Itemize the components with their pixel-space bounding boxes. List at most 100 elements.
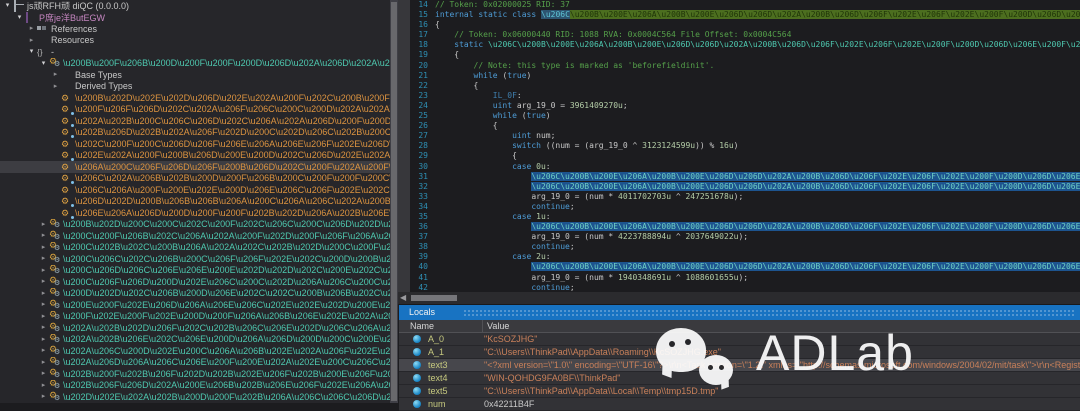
tree-item-class[interactable]: ▸⚙⚙\u200F\u202E\u200F\u202E\u200D\u200F\… <box>0 311 390 323</box>
expand-arrow-icon[interactable]: ▸ <box>38 334 49 345</box>
column-header-value[interactable]: Value <box>483 320 509 332</box>
code-line[interactable]: { <box>435 50 1080 60</box>
expand-arrow-icon[interactable]: ▸ <box>38 242 49 253</box>
tree-item-method[interactable]: ⚙\u206D\u202D\u200B\u206B\u206B\u206A\u2… <box>0 196 390 208</box>
assembly-explorer-tree[interactable]: ▾js顽RFH顽 diQC (0.0.0.0)▾P席je洋ButEGW▸Refe… <box>0 0 390 403</box>
tree-item-class[interactable]: ▸⚙⚙\u202A\u206C\u200D\u202E\u200C\u206A\… <box>0 345 390 357</box>
code-line[interactable]: \u206C\u200B\u200E\u206A\u200B\u200E\u20… <box>435 222 1080 232</box>
tree-item-class[interactable]: ▾⚙⚙\u200B\u200F\u206B\u200D\u200F\u200F\… <box>0 58 390 70</box>
tree-scrollbar-thumb[interactable] <box>391 2 397 401</box>
expand-arrow-icon[interactable]: ▸ <box>38 311 49 322</box>
tree-item-class[interactable]: ▸⚙⚙\u202A\u206D\u206A\u206C\u206E\u200F\… <box>0 357 390 369</box>
collapse-arrow-icon[interactable]: ▾ <box>2 0 13 11</box>
expand-arrow-icon[interactable]: ▸ <box>38 253 49 264</box>
tree-item-method[interactable]: ⚙\u206C\u206A\u200F\u200E\u202E\u200D\u2… <box>0 184 390 196</box>
code-line[interactable]: IL_0F: <box>435 91 1080 101</box>
code-line[interactable]: { <box>435 121 1080 131</box>
editor-horizontal-scrollbar[interactable]: ◀ <box>398 292 1080 304</box>
expand-arrow-icon[interactable]: ▸ <box>26 35 37 46</box>
code-line[interactable]: \u206C\u200B\u200E\u206A\u200B\u200E\u20… <box>435 182 1080 192</box>
tree-item-method[interactable]: ⚙\u202B\u206D\u202B\u202A\u206F\u202D\u2… <box>0 127 390 139</box>
locals-title-bar[interactable]: Locals <box>399 305 1080 320</box>
expand-arrow-icon[interactable]: ▸ <box>38 265 49 276</box>
tree-vertical-scrollbar[interactable] <box>390 0 398 403</box>
code-line[interactable]: // Note: this type is marked as 'beforef… <box>435 61 1080 71</box>
code-line[interactable]: continue; <box>435 202 1080 212</box>
code-line[interactable]: { <box>435 81 1080 91</box>
locals-row[interactable]: text5"C:\\Users\\ThinkPad\\AppData\\Loca… <box>399 385 1080 398</box>
code-line[interactable]: { <box>435 151 1080 161</box>
collapse-arrow-icon[interactable]: ▾ <box>38 58 49 69</box>
expand-arrow-icon[interactable]: ▸ <box>38 357 49 368</box>
expand-arrow-icon[interactable]: ▸ <box>38 322 49 333</box>
tree-item-class[interactable]: ▸⚙⚙\u200E\u200F\u202E\u206D\u206A\u206E\… <box>0 299 390 311</box>
expand-arrow-icon[interactable]: ▸ <box>38 345 49 356</box>
tree-item-class[interactable]: ▸⚙⚙\u200C\u206C\u202C\u206B\u200C\u206F\… <box>0 253 390 265</box>
expand-arrow-icon[interactable]: ▸ <box>38 368 49 379</box>
tree-item-assembly[interactable]: ▾js顽RFH顽 diQC (0.0.0.0) <box>0 0 390 12</box>
code-line[interactable]: // Token: 0x02000025 RID: 37 <box>435 0 1080 10</box>
tree-item-class[interactable]: ▸⚙⚙\u200B\u202D\u200C\u200C\u202C\u200F\… <box>0 219 390 231</box>
expand-arrow-icon[interactable]: ▸ <box>26 23 37 34</box>
code-line[interactable]: { <box>435 20 1080 30</box>
expand-arrow-icon[interactable]: ▸ <box>38 288 49 299</box>
collapse-arrow-icon[interactable]: ▾ <box>26 46 37 57</box>
column-header-name[interactable]: Name <box>399 320 483 332</box>
expand-arrow-icon[interactable]: ▸ <box>38 391 49 402</box>
code-line[interactable]: \u206C\u200B\u200E\u206A\u200B\u200E\u20… <box>435 262 1080 272</box>
code-editor[interactable]: 1415161718192021222324252627282930313233… <box>398 0 1080 292</box>
tree-item-class[interactable]: ▸⚙⚙\u202B\u200F\u202B\u206F\u202D\u202B\… <box>0 368 390 380</box>
code-line[interactable]: arg_19_0 = (num * 4011702703u ^ 24725167… <box>435 192 1080 202</box>
code-lines[interactable]: // Token: 0x02000025 RID: 37internal sta… <box>435 0 1080 292</box>
expand-arrow-icon[interactable]: ▸ <box>50 81 61 92</box>
code-line[interactable]: case 1u: <box>435 212 1080 222</box>
tree-item-class[interactable]: ▸⚙⚙\u202A\u202B\u202D\u206F\u202C\u202B\… <box>0 322 390 334</box>
code-line[interactable]: continue; <box>435 283 1080 292</box>
tree-item-method[interactable]: ⚙\u202E\u202A\u200F\u200B\u206D\u200E\u2… <box>0 150 390 162</box>
code-line[interactable]: case 2u: <box>435 252 1080 262</box>
locals-row[interactable]: text3"<?xml version=\"1.0\" encoding=\"U… <box>399 359 1080 372</box>
tree-item-method[interactable]: ⚙\u200B\u202D\u202E\u202D\u206D\u202E\u2… <box>0 92 390 104</box>
expand-arrow-icon[interactable]: ▸ <box>38 299 49 310</box>
tree-item-class[interactable]: ▸⚙⚙\u202A\u202B\u206E\u202C\u206E\u200D\… <box>0 334 390 346</box>
code-line[interactable]: case 0u: <box>435 162 1080 172</box>
tree-item-module[interactable]: ▾P席je洋ButEGW <box>0 12 390 24</box>
tree-item-class[interactable]: ▸⚙⚙\u200C\u202B\u202C\u200B\u206A\u202A\… <box>0 242 390 254</box>
locals-row[interactable]: text4"WIN-QOHDG9FA0BF\\ThinkPad" <box>399 372 1080 385</box>
tree-item-method[interactable]: ⚙\u202A\u202B\u200C\u206C\u206D\u202C\u2… <box>0 115 390 127</box>
editor-scrollbar-thumb[interactable] <box>411 295 457 301</box>
expand-arrow-icon[interactable]: ▸ <box>38 276 49 287</box>
code-line[interactable]: arg_19_0 = (num * 1940348691u ^ 10886016… <box>435 273 1080 283</box>
tree-item-method[interactable]: ⚙\u206C\u202A\u206B\u202B\u200D\u200F\u2… <box>0 173 390 185</box>
collapse-arrow-icon[interactable]: ▾ <box>14 12 25 23</box>
code-line[interactable]: uint arg_19_0 = 3961409270u; <box>435 101 1080 111</box>
tree-item-derived-types[interactable]: ▸Derived Types <box>0 81 390 93</box>
locals-column-headers[interactable]: Name Value <box>399 320 1080 333</box>
scroll-left-arrow-icon[interactable]: ◀ <box>400 294 406 302</box>
locals-row[interactable]: A_0"KcSOZJHG" <box>399 333 1080 346</box>
expand-arrow-icon[interactable]: ▸ <box>38 380 49 391</box>
code-line[interactable]: continue; <box>435 242 1080 252</box>
code-line[interactable]: while (true) <box>435 71 1080 81</box>
tree-item-class[interactable]: ▸⚙⚙\u200D\u202D\u202C\u206B\u200D\u206E\… <box>0 288 390 300</box>
tree-item-method[interactable]: ⚙\u202C\u200F\u200C\u206D\u206F\u206E\u2… <box>0 138 390 150</box>
tree-item-class[interactable]: ▸⚙⚙\u202D\u202E\u202A\u202B\u200D\u200F\… <box>0 391 390 403</box>
expand-arrow-icon[interactable]: ▸ <box>38 230 49 241</box>
code-line[interactable]: // Token: 0x06000440 RID: 1088 RVA: 0x00… <box>435 30 1080 40</box>
code-line[interactable]: uint num; <box>435 131 1080 141</box>
tree-item-method[interactable]: ⚙\u200F\u206F\u206D\u202C\u202A\u206F\u2… <box>0 104 390 116</box>
code-line[interactable]: while (true) <box>435 111 1080 121</box>
tree-item-class[interactable]: ▸⚙⚙\u202B\u206F\u206D\u202A\u200E\u206B\… <box>0 380 390 392</box>
tree-item-class[interactable]: ▸⚙⚙\u200C\u206F\u206D\u200D\u202E\u206C\… <box>0 276 390 288</box>
locals-row[interactable]: A_1"C:\\Users\\ThinkPad\\AppData\\Roamin… <box>399 346 1080 359</box>
tree-item-class[interactable]: ▸⚙⚙\u200C\u200F\u206B\u202C\u206A\u202A\… <box>0 230 390 242</box>
code-line[interactable]: \u206C\u200B\u200E\u206A\u200B\u200E\u20… <box>435 172 1080 182</box>
tree-item-base-types[interactable]: ▸Base Types <box>0 69 390 81</box>
tree-item-resources[interactable]: ▸Resources <box>0 35 390 47</box>
tree-item-method[interactable]: ⚙\u206E\u206A\u206D\u200D\u200F\u200F\u2… <box>0 207 390 219</box>
tree-item-namespace[interactable]: ▾{ }- <box>0 46 390 58</box>
tree-item-method[interactable]: ⚙\u206A\u200C\u206F\u206D\u206F\u200B\u2… <box>0 161 390 173</box>
tree-item-references[interactable]: ▸References <box>0 23 390 35</box>
code-line[interactable]: arg_19_0 = (num * 4223788894u ^ 20376490… <box>435 232 1080 242</box>
code-line[interactable]: internal static class \u206C\u200B\u200E… <box>435 10 1080 20</box>
